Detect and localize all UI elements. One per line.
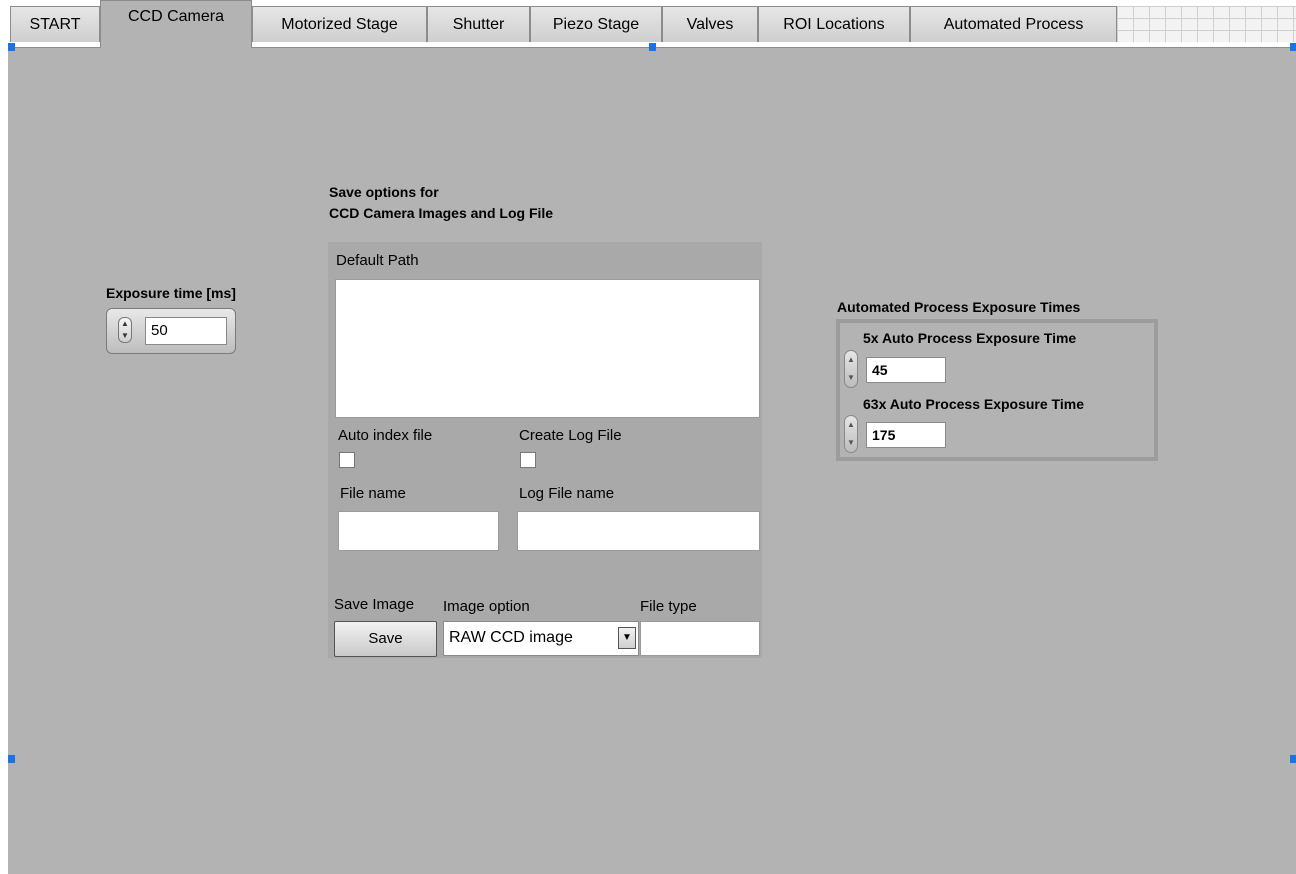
- auto-exposure-title: Automated Process Exposure Times: [837, 299, 1081, 315]
- tab-start[interactable]: START: [10, 6, 100, 42]
- exposure-time-control: ▲ ▼ 50: [106, 308, 236, 354]
- tab-motorized-stage[interactable]: Motorized Stage: [252, 6, 427, 42]
- save-options-subtitle: CCD Camera Images and Log File: [329, 205, 554, 221]
- tab-ccd-camera[interactable]: CCD Camera: [100, 0, 252, 48]
- x63-exposure-label: 63x Auto Process Exposure Time: [863, 396, 1084, 412]
- image-option-select[interactable]: RAW CCD image ▼: [443, 621, 639, 656]
- exposure-time-input[interactable]: 50: [145, 317, 227, 345]
- create-log-label: Create Log File: [519, 427, 622, 444]
- tab-roi-locations[interactable]: ROI Locations: [758, 6, 910, 42]
- tab-strip-empty-area: [1117, 6, 1296, 42]
- image-option-value: RAW CCD image: [449, 629, 573, 646]
- selection-handle[interactable]: [8, 43, 15, 51]
- file-name-input[interactable]: [338, 511, 499, 551]
- log-file-name-input[interactable]: [517, 511, 760, 551]
- image-option-label: Image option: [443, 598, 530, 615]
- tab-automated-process[interactable]: Automated Process: [910, 6, 1117, 42]
- x5-exposure-spinner[interactable]: ▲ ▼: [844, 350, 858, 388]
- log-file-name-label: Log File name: [519, 485, 615, 502]
- tab-valves[interactable]: Valves: [662, 6, 758, 42]
- default-path-input[interactable]: [335, 279, 760, 418]
- save-button[interactable]: Save: [334, 621, 437, 657]
- x5-exposure-label: 5x Auto Process Exposure Time: [863, 330, 1077, 346]
- x5-exposure-input[interactable]: 45: [866, 357, 946, 383]
- save-image-label: Save Image: [334, 596, 415, 613]
- file-type-label: File type: [640, 598, 697, 615]
- tab-piezo-stage[interactable]: Piezo Stage: [530, 6, 662, 42]
- selection-handle[interactable]: [649, 43, 656, 51]
- selection-handle[interactable]: [8, 755, 15, 763]
- selection-handle[interactable]: [1290, 43, 1296, 51]
- chevron-down-icon[interactable]: ▼: [618, 627, 636, 649]
- x63-exposure-input[interactable]: 175: [866, 422, 946, 448]
- auto-index-checkbox[interactable]: [339, 452, 355, 468]
- selection-handle[interactable]: [1290, 755, 1296, 763]
- auto-index-label: Auto index file: [338, 427, 433, 444]
- default-path-label: Default Path: [336, 252, 419, 269]
- file-name-label: File name: [340, 485, 406, 502]
- x63-exposure-spinner[interactable]: ▲ ▼: [844, 415, 858, 453]
- tab-strip: START CCD Camera Motorized Stage Shutter…: [0, 0, 1296, 48]
- exposure-time-spinner[interactable]: ▲ ▼: [118, 317, 132, 343]
- create-log-checkbox[interactable]: [520, 452, 536, 468]
- file-type-field: [640, 621, 760, 656]
- exposure-time-label: Exposure time [ms]: [106, 285, 236, 301]
- tab-shutter[interactable]: Shutter: [427, 6, 530, 42]
- save-options-title: Save options for: [329, 184, 439, 200]
